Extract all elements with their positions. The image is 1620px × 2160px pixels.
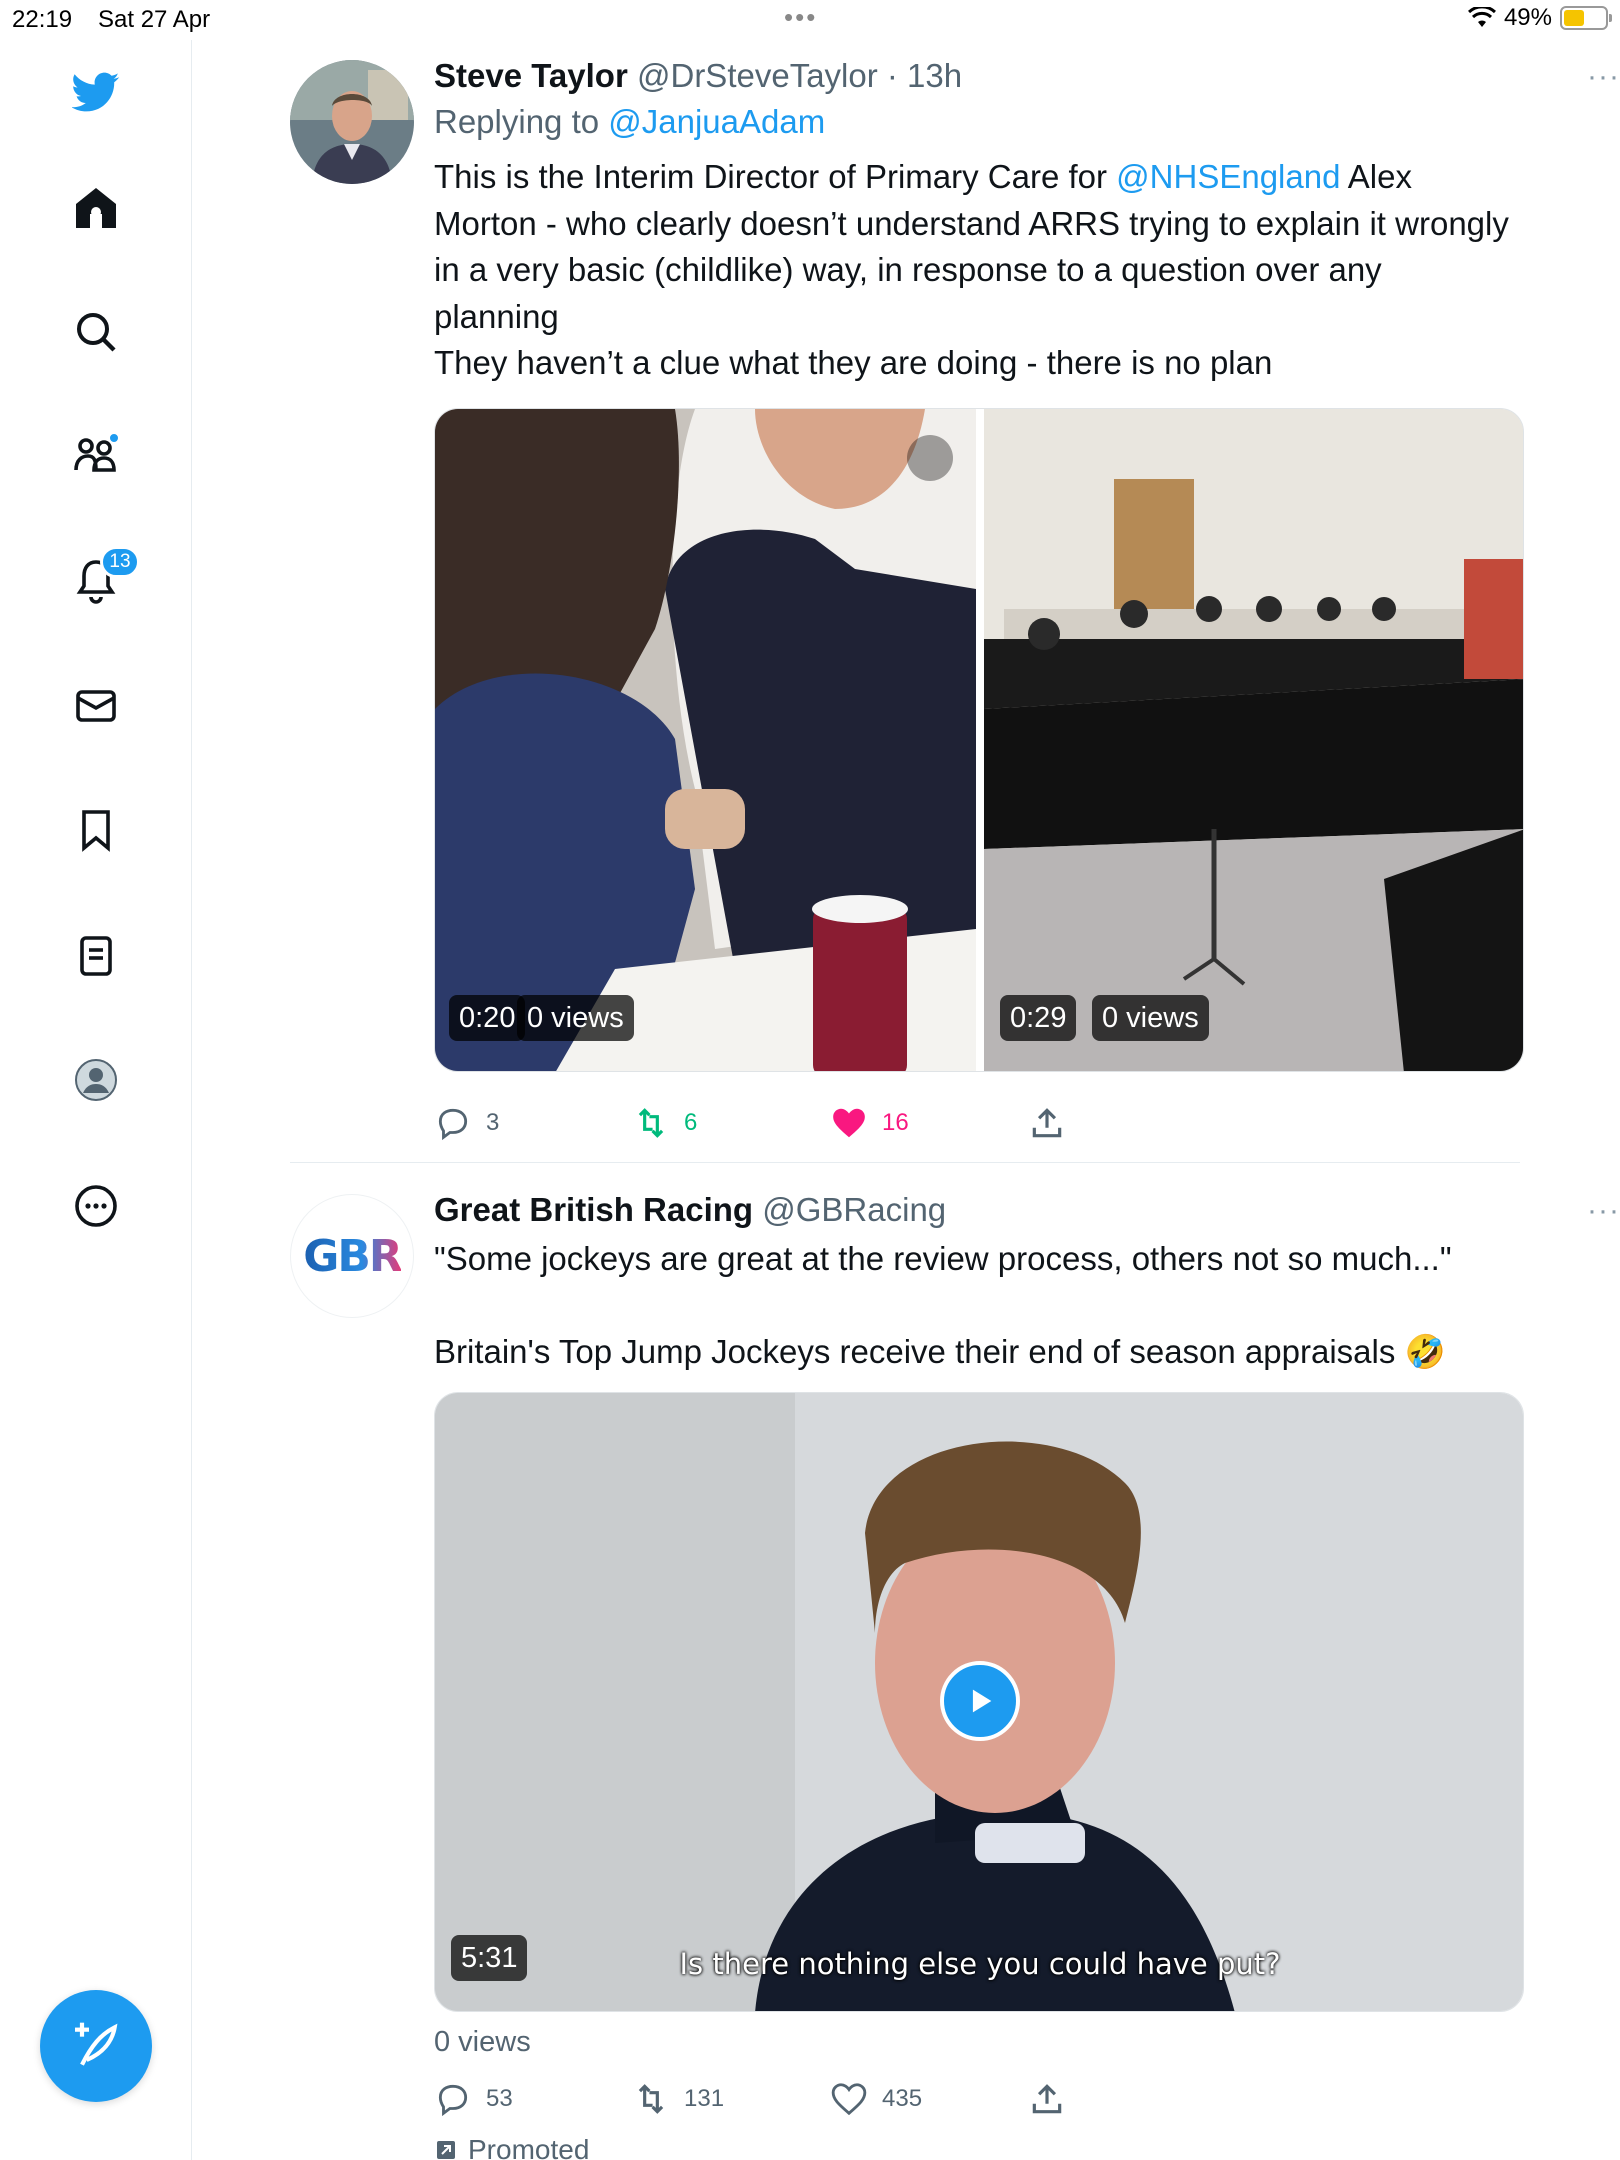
retweet-icon <box>638 2084 664 2114</box>
like-button[interactable]: 435 <box>830 2080 922 2118</box>
retweet-button[interactable]: 131 <box>632 2080 724 2118</box>
author-name[interactable]: Steve Taylor <box>434 57 628 94</box>
video-view-count: 0 views <box>434 2026 531 2058</box>
like-count: 435 <box>882 2085 923 2112</box>
status-time: 22:19 <box>12 6 73 33</box>
lists-icon[interactable] <box>66 926 126 986</box>
tweet-header: Great British Racing @GBRacing <box>434 1190 1524 1230</box>
tweet-text: "Some jockeys are great at the review pr… <box>434 1236 1524 1375</box>
tweet-timestamp[interactable]: · 13h <box>887 57 962 94</box>
author-handle[interactable]: @DrSteveTaylor <box>637 57 878 94</box>
reply-icon <box>438 1108 468 1141</box>
tweet-header: Steve Taylor @DrSteveTaylor · 13h <box>434 56 1524 96</box>
tweet-text-line: Britain's Top Jump Jockeys receive their… <box>434 1332 1446 1370</box>
replying-to-link[interactable]: @JanjuaAdam <box>608 103 825 140</box>
tweet-steve-taylor[interactable]: Steve Taylor @DrSteveTaylor · 13h Replyi… <box>290 56 1619 1156</box>
communities-icon[interactable] <box>66 426 126 486</box>
author-name[interactable]: Great British Racing <box>434 1191 753 1228</box>
promoted-text: Promoted <box>468 2134 590 2160</box>
reply-button[interactable]: 53 <box>434 2080 513 2118</box>
notifications-count-badge: 13 <box>100 546 140 578</box>
video-views: 0 views <box>517 995 634 1041</box>
communities-dot-badge <box>108 432 120 444</box>
avatar[interactable]: GBR <box>290 1194 414 1318</box>
video-subtitle: Is there nothing else you could have put… <box>679 1947 1281 1981</box>
author-handle[interactable]: @GBRacing <box>762 1191 946 1228</box>
tweet-more-icon[interactable]: ··· <box>1587 60 1620 94</box>
tweet-divider <box>290 1162 1520 1163</box>
retweet-icon <box>638 1108 664 1138</box>
battery-percent: 49% <box>1503 4 1552 31</box>
promoted-label: Promoted <box>434 2134 589 2160</box>
profile-avatar-icon[interactable] <box>66 1050 126 1110</box>
status-date: Sat 27 Apr <box>98 6 211 33</box>
messages-icon[interactable] <box>66 676 126 736</box>
tweet-actions: 53 131 435 <box>434 2080 1524 2140</box>
video-thumbnail-2[interactable]: 0:29 0 views <box>984 409 1523 1071</box>
play-button[interactable] <box>940 1661 1020 1741</box>
reply-button[interactable]: 3 <box>434 1104 499 1142</box>
tweet-text-part: This is the Interim Director of Primary … <box>434 158 1117 195</box>
tweet-text-line: "Some jockeys are great at the review pr… <box>434 1240 1452 1277</box>
share-button[interactable] <box>1028 2080 1066 2118</box>
timeline-feed: Steve Taylor @DrSteveTaylor · 13h Replyi… <box>193 40 1620 2160</box>
video-duration: 0:29 <box>1000 995 1077 1041</box>
compose-tweet-button[interactable] <box>40 1990 152 2102</box>
wifi-icon <box>1467 7 1496 27</box>
reply-count: 3 <box>486 1109 500 1136</box>
tweet-media-grid: 0:20 0 views 0:29 0 views <box>434 408 1524 1072</box>
heart-icon <box>831 2083 867 2116</box>
tweet-text-line: They haven’t a clue what they are doing … <box>434 344 1273 381</box>
heart-filled-icon <box>833 1108 865 1138</box>
multitasking-dots-icon[interactable]: ••• <box>784 2 817 33</box>
tweet-text: This is the Interim Director of Primary … <box>434 154 1514 387</box>
video-views: 0 views <box>1092 995 1209 1041</box>
video-thumbnail-1[interactable]: 0:20 0 views <box>435 409 976 1071</box>
battery-icon <box>1560 6 1612 30</box>
sidebar: 13 <box>0 40 192 2160</box>
replying-to: Replying to @JanjuaAdam <box>434 100 1524 144</box>
notifications-icon[interactable]: 13 <box>66 546 140 610</box>
bookmarks-icon[interactable] <box>66 800 126 860</box>
status-right: 49% <box>1467 4 1612 32</box>
share-icon <box>1032 1108 1062 1138</box>
tweet-actions: 3 6 16 <box>434 1104 1524 1164</box>
retweet-count: 6 <box>684 1109 698 1136</box>
share-button[interactable] <box>1028 1104 1066 1142</box>
captions-icon[interactable] <box>907 435 953 481</box>
like-button[interactable]: 16 <box>830 1104 909 1142</box>
search-icon[interactable] <box>66 302 126 362</box>
status-bar: 22:19 Sat 27 Apr ••• 49% <box>0 0 1620 40</box>
promoted-icon <box>437 2141 455 2159</box>
more-options-icon[interactable] <box>66 1176 126 1236</box>
tweet-more-icon[interactable]: ··· <box>1587 1194 1620 1228</box>
twitter-logo-icon[interactable] <box>66 62 126 122</box>
like-count: 16 <box>882 1109 909 1136</box>
video-duration: 0:20 <box>449 995 526 1041</box>
retweet-button[interactable]: 6 <box>632 1104 697 1142</box>
reply-count: 53 <box>486 2085 513 2112</box>
mention-link[interactable]: @NHSEngland <box>1116 158 1340 195</box>
retweet-count: 131 <box>684 2085 725 2112</box>
reply-icon <box>438 2084 468 2117</box>
share-icon <box>1032 2084 1062 2114</box>
play-icon <box>972 1689 992 1713</box>
gbr-logo: GBR <box>303 1230 403 1282</box>
video-player[interactable]: 5:31 Is there nothing else you could hav… <box>434 1392 1524 2012</box>
compose-feather-icon <box>75 2022 118 2066</box>
avatar[interactable] <box>290 60 414 184</box>
home-icon[interactable] <box>66 178 126 238</box>
replying-prefix: Replying to <box>434 103 609 140</box>
tweet-great-british-racing[interactable]: GBR Great British Racing @GBRacing "Some… <box>290 1190 1619 2160</box>
